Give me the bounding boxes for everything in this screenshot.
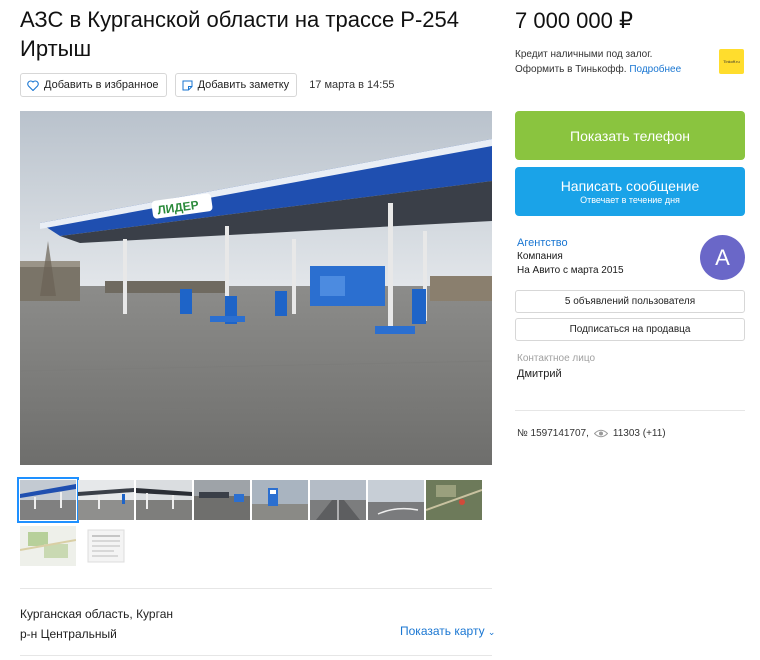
address: Курганская область, Курган р-н Центральн… [20,604,173,644]
address-line-2: р-н Центральный [20,627,117,641]
write-message-button[interactable]: Написать сообщение Отвечает в течение дн… [515,167,745,216]
seller-since: На Авито с марта 2015 [517,265,624,276]
listing-title: АЗС в Курганской области на трассе Р-254… [20,7,460,61]
listing-date: 17 марта в 14:55 [309,79,395,91]
gas-station-photo: ЛИДЕР [20,111,492,465]
thumbnail-10[interactable] [78,526,134,566]
seller-listings-button[interactable]: 5 объявлений пользователя [515,290,745,313]
main-photo[interactable]: ЛИДЕР [20,111,492,465]
show-map-link[interactable]: Показать карту ⌄ [400,624,495,638]
credit-line-1: Кредит наличными под залог. [515,49,653,60]
show-phone-button[interactable]: Показать телефон [515,111,745,160]
listing-number: № 1597141707, [517,428,589,439]
add-note-label: Добавить заметку [197,79,290,91]
listing-actions: Добавить в избранное Добавить заметку 17… [20,73,395,97]
thumbnail-7[interactable] [368,480,424,520]
heart-icon [27,79,39,91]
seller-name-link[interactable]: Агентство [517,236,624,250]
thumbnail-9[interactable] [20,526,76,566]
show-map-label: Показать карту [400,624,485,638]
divider-bottom [20,655,492,656]
add-to-favorites-label: Добавить в избранное [44,79,159,91]
chevron-down-icon: ⌄ [487,627,496,637]
add-to-favorites-button[interactable]: Добавить в избранное [20,73,167,97]
seller-type: Компания [517,251,563,262]
thumbnail-6[interactable] [310,480,366,520]
thumbnail-5[interactable] [252,480,308,520]
credit-line-2: Оформить в Тинькофф. [515,64,627,75]
note-icon [182,80,193,90]
address-line-1: Курганская область, Курган [20,607,174,621]
contact-label: Контактное лицо [517,353,596,364]
price: 7 000 000 ₽ [515,8,633,33]
write-message-label: Написать сообщение [560,178,700,194]
seller-info: Агентство Компания На Авито с марта 2015 [517,236,624,278]
thumbnail-1[interactable] [17,477,79,523]
avatar[interactable]: А [700,235,745,280]
subscribe-seller-button[interactable]: Подписаться на продавца [515,318,745,341]
credit-offer: Кредит наличными под залог. Оформить в Т… [515,47,710,77]
thumbnail-2[interactable] [78,480,134,520]
thumbnail-8[interactable] [426,480,482,520]
divider [20,588,492,589]
listing-stats: № 1597141707, 11303 (+11) [517,428,666,439]
add-note-button[interactable]: Добавить заметку [174,73,298,97]
sidebar-divider [515,410,745,411]
contact-name: Дмитрий [517,368,562,380]
credit-more-link[interactable]: Подробнее [629,64,681,75]
eye-icon [593,429,608,438]
tinkoff-logo[interactable]: Tinkoff.ru [719,49,744,74]
thumbnail-4[interactable] [194,480,250,520]
thumbnail-3[interactable] [136,480,192,520]
view-count: 11303 (+11) [612,428,666,439]
bank-logo-text: Tinkoff.ru [723,59,740,64]
write-message-sub: Отвечает в течение дня [580,195,680,205]
